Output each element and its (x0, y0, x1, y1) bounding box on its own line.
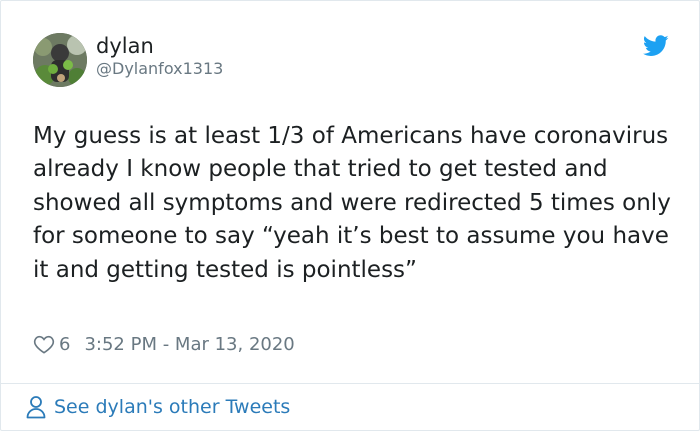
see-other-tweets-link[interactable]: See dylan's other Tweets (25, 394, 290, 420)
person-icon (26, 396, 46, 419)
avatar[interactable] (33, 33, 87, 87)
see-other-tweets-label[interactable]: See dylan's other Tweets (54, 396, 290, 418)
author-handle[interactable]: @Dylanfox1313 (96, 59, 223, 79)
heart-icon[interactable] (33, 334, 55, 354)
tweet-card: dylan @Dylanfox1313 My guess is at least… (0, 0, 700, 431)
tweet-timestamp[interactable]: 3:52 PM - Mar 13, 2020 (84, 334, 294, 355)
author-name[interactable]: dylan (96, 33, 154, 59)
divider (1, 383, 699, 384)
twitter-bird-icon[interactable] (643, 35, 669, 57)
tweet-text: My guess is at least 1/3 of Americans ha… (33, 123, 671, 283)
like-count[interactable]: 6 (59, 334, 70, 355)
avatar-image (33, 33, 87, 87)
tweet-meta: 6 3:52 PM - Mar 13, 2020 (33, 331, 295, 357)
